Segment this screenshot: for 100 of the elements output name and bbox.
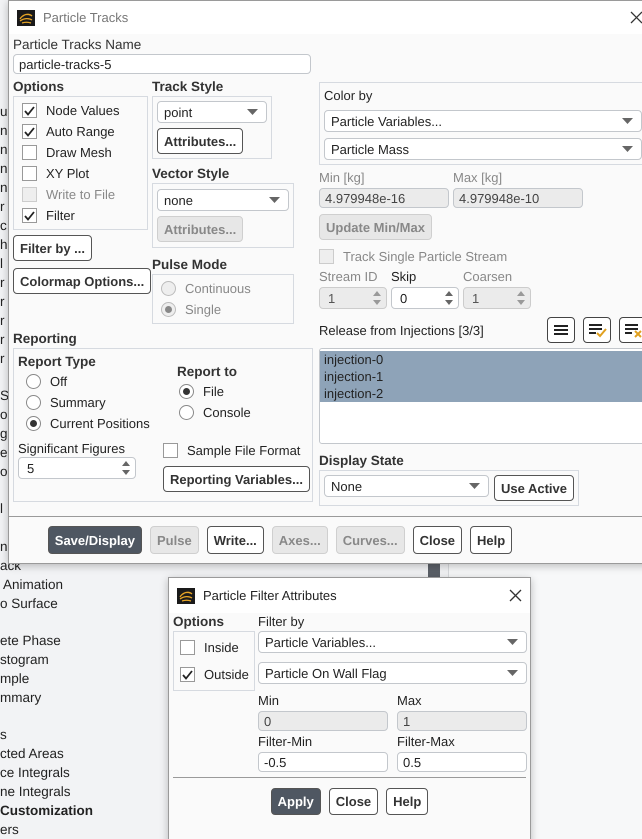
caret-icon: [469, 483, 480, 489]
reporting-variables-button[interactable]: Reporting Variables...: [163, 466, 310, 492]
checkbox-label: XY Plot: [46, 165, 90, 182]
radio-button[interactable]: [26, 374, 41, 389]
list-item[interactable]: injection-0: [320, 351, 642, 368]
check-icon: [182, 670, 193, 680]
dropdown[interactable]: None: [324, 475, 489, 497]
dropdown[interactable]: Particle Mass: [324, 138, 642, 160]
field-label: Particle Tracks Name: [13, 36, 142, 54]
radio-button[interactable]: [26, 416, 41, 431]
checkbox[interactable]: [22, 166, 37, 181]
window-title: Particle Tracks: [43, 10, 130, 25]
field-label: Min [kg]: [319, 169, 366, 186]
radio-label: Single: [185, 301, 222, 318]
caret-icon: [622, 146, 633, 152]
dropdown[interactable]: Particle On Wall Flag: [258, 662, 527, 684]
group-label: Reporting: [13, 330, 78, 348]
spinner-field[interactable]: 0: [391, 287, 459, 309]
checkbox[interactable]: [22, 103, 37, 118]
use-active-button[interactable]: Use Active: [494, 475, 574, 501]
group-label: Track Style: [152, 78, 224, 96]
group-label: Report Type: [18, 353, 97, 371]
dialog-button[interactable]: Write...: [206, 526, 264, 554]
number-field[interactable]: -0.5: [258, 752, 388, 772]
checkbox[interactable]: [22, 208, 37, 223]
field-label: Max [kg]: [453, 169, 504, 186]
checkbox-label: Filter: [46, 207, 75, 224]
caret-icon: [247, 109, 258, 115]
group-label: Color by: [324, 87, 374, 104]
radio-button[interactable]: [179, 384, 194, 399]
group-label: Options: [173, 613, 225, 631]
dropdown[interactable]: Particle Variables...: [258, 631, 527, 653]
checkbox-label: Draw Mesh: [46, 144, 112, 161]
radio-label: Summary: [50, 394, 106, 411]
field-label: Skip: [391, 268, 418, 285]
check-icon: [24, 210, 35, 220]
caret-icon: [269, 197, 280, 203]
field-label: Min: [258, 692, 280, 709]
field-label: Filter-Min: [258, 733, 314, 750]
list-label: Release from Injections [3/3]: [319, 322, 485, 338]
filter-button[interactable]: Filter by ...: [13, 235, 92, 261]
field-label: Significant Figures: [18, 440, 126, 457]
colormap-button[interactable]: Colormap Options...: [13, 268, 152, 294]
close-icon[interactable]: [509, 589, 522, 602]
app-logo-icon: [17, 10, 35, 26]
spinner-arrows-icon: [121, 460, 131, 476]
checkbox[interactable]: [180, 667, 195, 682]
checkbox-label: Auto Range: [46, 123, 115, 140]
deselect-all-icon[interactable]: [619, 317, 642, 343]
dropdown[interactable]: point: [157, 101, 267, 123]
close-icon[interactable]: [630, 11, 642, 24]
radio-label: Continuous: [185, 280, 251, 297]
checkbox-label: Outside: [204, 666, 249, 683]
radio-label: Console: [203, 404, 251, 421]
radio-label: Current Positions: [50, 415, 150, 432]
checkbox-label: Write to File: [46, 186, 116, 203]
dialog-button[interactable]: Save/Display: [48, 526, 142, 554]
dialog-button[interactable]: Help: [386, 788, 428, 815]
number-field[interactable]: 0.5: [397, 752, 527, 772]
group-label: Filter by: [258, 613, 306, 631]
checkbox-label: Sample File Format: [187, 442, 300, 459]
dialog-button[interactable]: Apply: [270, 788, 321, 815]
checkbox[interactable]: [180, 640, 195, 655]
list-icon[interactable]: [547, 317, 575, 343]
spinner-arrows-icon: [372, 290, 382, 306]
spinner-field[interactable]: 5: [18, 457, 136, 479]
checkbox[interactable]: [163, 443, 178, 458]
group-label: Vector Style: [152, 165, 230, 183]
checkbox-label: Track Single Particle Stream: [343, 248, 508, 265]
dialog-button[interactable]: Help: [470, 526, 512, 554]
field-label: Stream ID: [319, 268, 379, 285]
field-label: Filter-Max: [397, 733, 456, 750]
caret-icon: [507, 639, 518, 645]
group-label: Display State: [319, 452, 405, 470]
app-logo-icon: [177, 588, 195, 604]
list-item[interactable]: injection-1: [320, 368, 642, 385]
attributes-button[interactable]: Attributes...: [157, 128, 244, 154]
caret-icon: [507, 670, 518, 676]
radio-label: Off: [50, 373, 68, 390]
spinner-arrows-icon: [444, 290, 454, 306]
dialog-button[interactable]: Close: [328, 788, 378, 815]
group-label: Pulse Mode: [152, 256, 228, 274]
field-label: Max: [397, 692, 423, 709]
window-title: Particle Filter Attributes: [203, 588, 338, 603]
dropdown[interactable]: none: [157, 189, 289, 211]
checkbox-label: Node Values: [46, 102, 120, 119]
radio-button[interactable]: [26, 395, 41, 410]
name-field[interactable]: particle-tracks-5: [13, 54, 311, 74]
dropdown[interactable]: Particle Variables...: [324, 110, 642, 132]
select-all-icon[interactable]: [583, 317, 611, 343]
radio-button[interactable]: [179, 405, 194, 420]
dialog-button[interactable]: Close: [412, 526, 462, 554]
list-item[interactable]: injection-2: [320, 385, 642, 402]
caret-icon: [622, 118, 633, 124]
checkbox[interactable]: [22, 145, 37, 160]
checkbox[interactable]: [22, 124, 37, 139]
injection-list[interactable]: injection-0 injection-1 injection-2: [319, 348, 642, 444]
check-icon: [24, 126, 35, 136]
field-label: Coarsen: [463, 268, 514, 285]
group-label: Report to: [176, 363, 238, 381]
